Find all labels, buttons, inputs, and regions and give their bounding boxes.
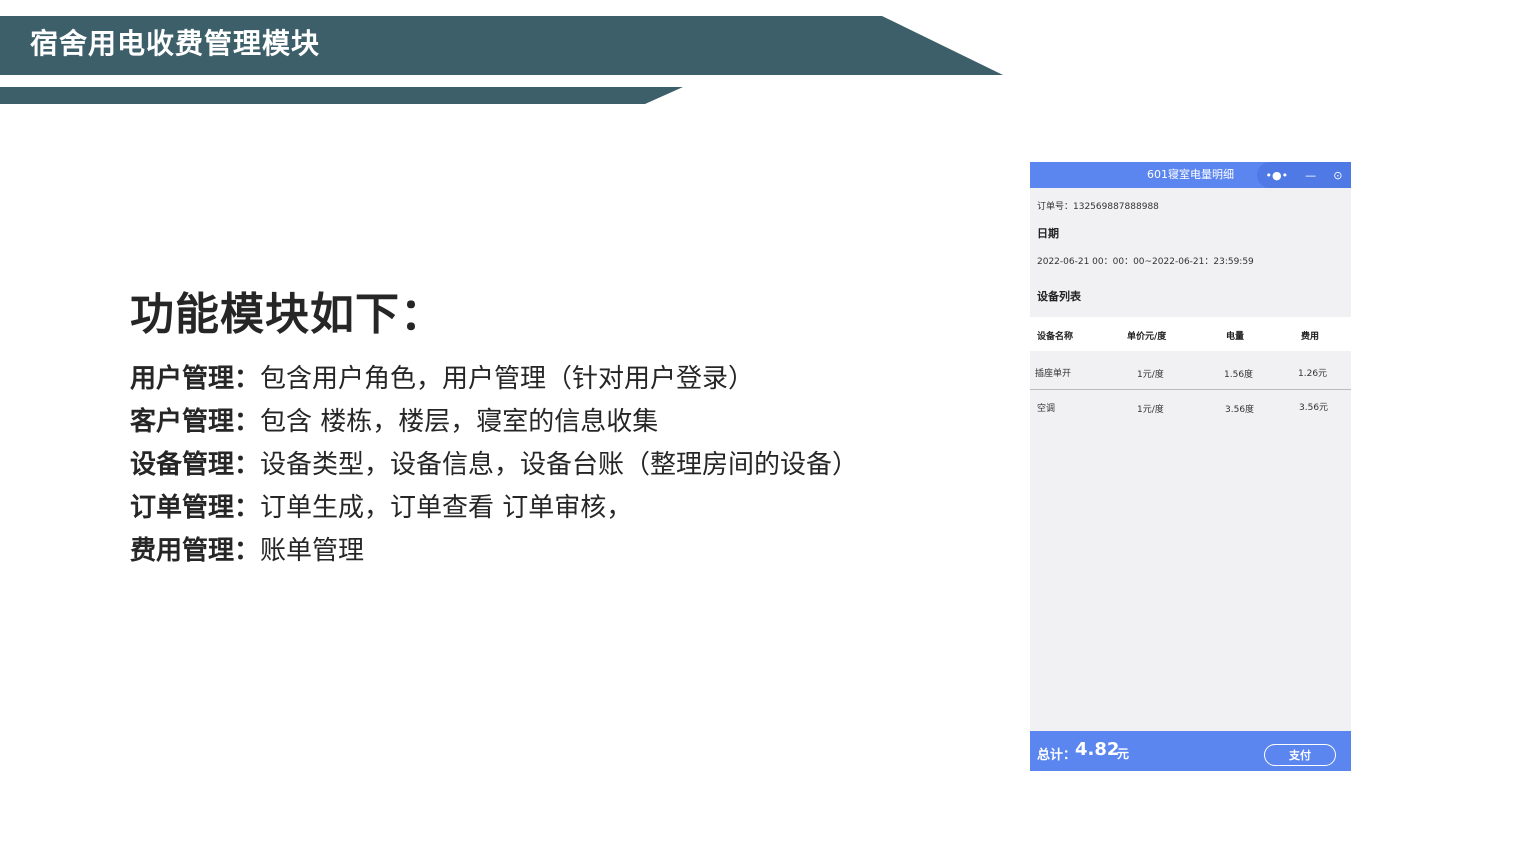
row-cost: 1.26元 [1298,369,1328,379]
module-item-order: 订单管理：订单生成，订单查看 订单审核， [130,487,890,530]
row-divider [1030,389,1351,390]
header-unit-price: 单价元/度 [1127,332,1167,342]
module-name: 用户管理： [130,364,261,394]
date-label: 日期 [1037,227,1059,240]
header-cost: 费用 [1301,332,1320,342]
module-desc: 包含用户角色，用户管理（针对用户登录） [260,364,755,394]
slide-title: 宿舍用电收费管理模块 [30,27,321,60]
row-cost: 3.56元 [1299,403,1329,413]
module-name: 客户管理： [130,407,261,437]
module-item-device: 设备管理：设备类型，设备信息，设备台账（整理房间的设备） [130,444,890,487]
phone-screenshot: 601寝室电量明细 •●• — ⊙ 订单号：132569887888988 日期… [1030,162,1351,771]
phone-titlebar: 601寝室电量明细 •●• — ⊙ [1030,162,1351,188]
total-unit: 元 [1117,747,1130,761]
row-unit-price: 1元/度 [1137,370,1164,380]
device-table-header: 设备名称 单价元/度 电量 费用 [1030,317,1351,351]
module-item-fee: 费用管理：账单管理 [130,530,890,573]
module-name: 订单管理： [130,493,261,523]
section-heading: 功能模块如下： [130,289,445,340]
close-icon[interactable]: ⊙ [1333,169,1342,182]
row-usage: 3.56度 [1225,405,1255,415]
total-label: 总计： [1037,748,1077,763]
row-usage: 1.56度 [1224,370,1254,380]
module-item-user: 用户管理：包含用户角色，用户管理（针对用户登录） [130,358,890,401]
module-list: 用户管理：包含用户角色，用户管理（针对用户登录） 客户管理：包含 楼栋，楼层，寝… [130,358,890,573]
total-value: 4.82 [1075,739,1120,760]
mini-program-capsule: •●• — ⊙ [1257,162,1351,188]
row-unit-price: 1元/度 [1137,405,1164,415]
module-desc: 账单管理 [260,536,365,566]
order-number: 订单号：132569887888988 [1037,202,1159,212]
date-range: 2022-06-21 00：00：00~2022-06-21：23:59:59 [1037,257,1254,267]
module-desc: 订单生成，订单查看 订单审核， [260,493,633,523]
module-item-customer: 客户管理：包含 楼栋，楼层，寝室的信息收集 [130,401,890,444]
header-usage: 电量 [1226,332,1245,342]
header-device-name: 设备名称 [1037,332,1074,342]
more-icon[interactable]: •●• [1266,169,1289,182]
row-device-name: 插座单开 [1035,369,1072,379]
title-underline-bar [0,87,683,104]
module-name: 设备管理： [130,450,261,480]
phone-footer: 总计： 4.82 元 支付 [1030,731,1351,771]
row-device-name: 空调 [1037,404,1056,414]
module-desc: 设备类型，设备信息，设备台账（整理房间的设备） [260,450,859,480]
module-desc: 包含 楼栋，楼层，寝室的信息收集 [260,407,659,437]
minimize-icon[interactable]: — [1305,169,1316,182]
device-list-label: 设备列表 [1037,290,1081,303]
pay-button[interactable]: 支付 [1264,744,1336,766]
module-name: 费用管理： [130,536,261,566]
